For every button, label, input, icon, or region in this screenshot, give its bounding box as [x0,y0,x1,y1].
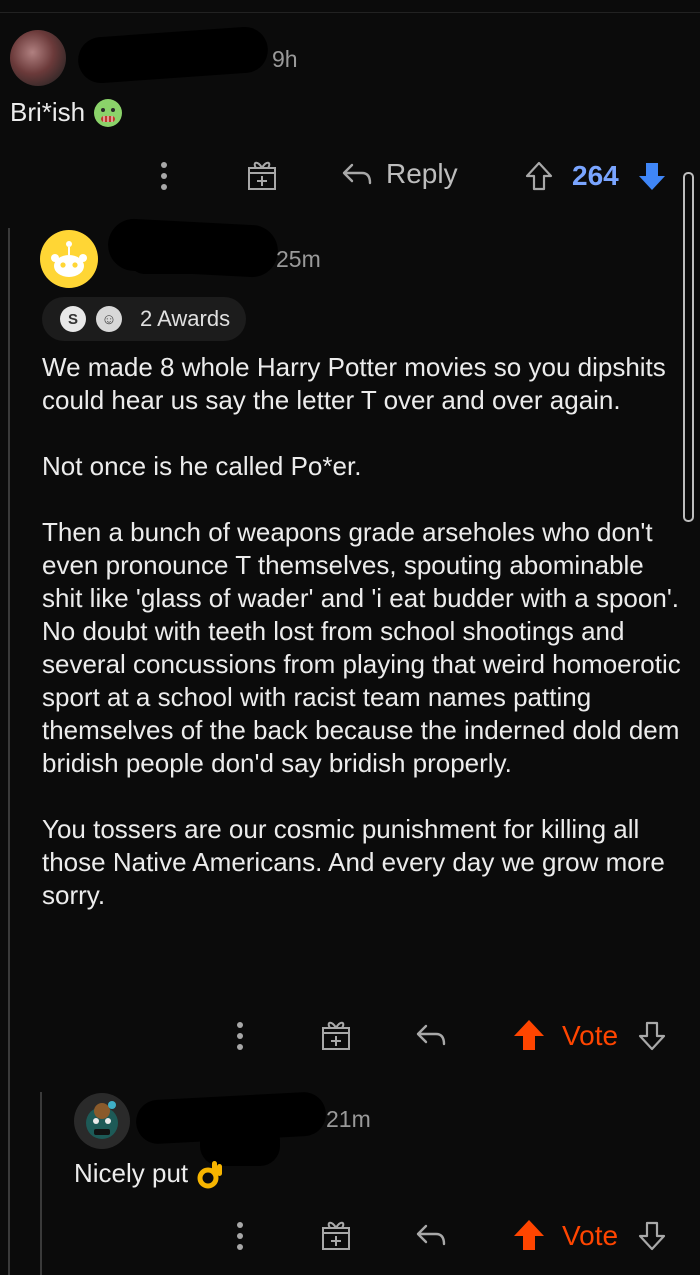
more-options-icon[interactable] [154,160,174,192]
top-divider [0,12,700,13]
paragraph: You tossers are our cosmic punishment fo… [42,814,673,910]
downvote-arrow-icon[interactable] [636,160,668,192]
wholesome-award-icon: ☺ [96,306,122,332]
reply-label: Reply [386,158,458,189]
more-options-icon[interactable] [230,1020,250,1052]
default-snoo-avatar[interactable] [40,230,98,288]
reply-arrow-icon[interactable] [414,1220,448,1250]
comment-body: Nicely put [74,1158,189,1188]
ok-hand-emoji-icon [197,1160,223,1188]
reply-arrow-icon[interactable] [414,1020,448,1050]
reply-arrow-icon [342,163,372,185]
upvote-arrow-icon[interactable] [512,1218,546,1252]
redacted-username [150,40,260,62]
gift-award-icon[interactable] [320,1018,352,1052]
timestamp: 9h [272,46,298,72]
gift-award-icon[interactable] [320,1218,352,1252]
timestamp: 21m [326,1106,371,1132]
thread-line[interactable] [40,1092,42,1275]
sick-face-emoji-icon [94,98,123,127]
avatar[interactable] [10,30,66,86]
more-options-icon[interactable] [230,1220,250,1252]
vote-score: 264 [572,160,619,191]
comment-body: Bri*ish [10,97,86,127]
upvote-arrow-icon[interactable] [524,160,554,192]
downvote-arrow-icon[interactable] [636,1220,668,1252]
upvote-arrow-icon[interactable] [512,1018,546,1052]
timestamp: 25m [276,246,321,272]
silver-award-icon: S [60,306,86,332]
vote-label[interactable]: Vote [562,1220,618,1252]
comment-text: Bri*ish [10,96,123,129]
vote-label[interactable]: Vote [562,1020,618,1052]
awards-badge[interactable]: S ☺ 2 Awards [42,297,247,341]
paragraph: Then a bunch of weapons grade arseholes … [42,517,688,778]
redacted-username [130,246,270,274]
paragraph: We made 8 whole Harry Potter movies so y… [42,352,674,415]
avatar[interactable] [74,1093,130,1149]
awards-count: 2 Awards [140,306,231,331]
scrollbar[interactable] [683,172,694,522]
comment-text: Nicely put [74,1157,224,1190]
comment-body: We made 8 whole Harry Potter movies so y… [42,351,682,912]
paragraph: Not once is he called Po*er. [42,451,362,481]
gift-award-icon[interactable] [246,158,278,192]
reply-button[interactable]: Reply [340,158,458,190]
thread-line[interactable] [8,228,10,1275]
downvote-arrow-icon[interactable] [636,1020,668,1052]
